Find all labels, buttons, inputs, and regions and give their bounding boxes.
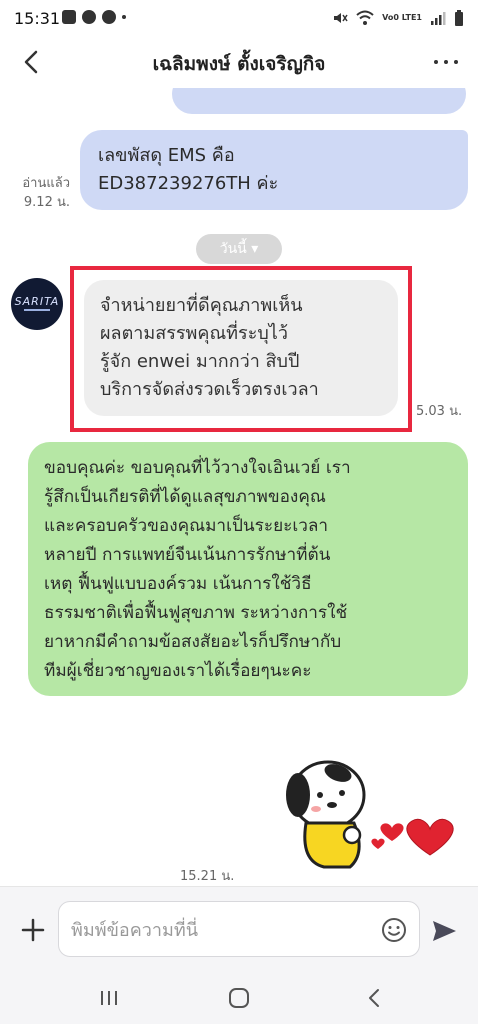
outgoing-message-bubble-green[interactable]: ขอบคุณค่ะ ขอบคุณที่ไว้วางใจเอินเวย์ เรา … bbox=[28, 442, 468, 696]
message-input-bar bbox=[0, 886, 478, 972]
signal-icon bbox=[431, 12, 446, 25]
mute-icon bbox=[334, 13, 348, 23]
read-status: อ่านแล้ว bbox=[22, 176, 70, 191]
plus-icon[interactable] bbox=[18, 915, 48, 945]
wifi-icon bbox=[356, 10, 374, 25]
back-icon[interactable] bbox=[362, 985, 388, 1011]
message-time: 5.03 น. bbox=[416, 404, 463, 419]
sticker-puppy-hearts[interactable] bbox=[280, 743, 460, 873]
date-separator[interactable]: วันนี้ ▾ bbox=[196, 234, 282, 264]
avatar-logo-bar bbox=[24, 309, 50, 311]
system-icons: Vo0 LTE1 bbox=[332, 10, 464, 26]
avatar-logo-text: SARITA bbox=[14, 295, 60, 308]
outgoing-message-bubble[interactable]: เลขพัสดุ EMS คือ ED387239276TH ค่ะ bbox=[80, 130, 468, 210]
line-notification-icon bbox=[102, 10, 116, 24]
recent-apps-icon[interactable] bbox=[96, 985, 122, 1011]
chat-area[interactable]: อ่านแล้ว 9.12 น. เลขพัสดุ EMS คือ ED3872… bbox=[0, 88, 478, 886]
send-icon[interactable] bbox=[430, 917, 458, 945]
notification-icons bbox=[62, 10, 126, 24]
home-icon[interactable] bbox=[226, 985, 252, 1011]
status-time: 15:31 bbox=[14, 9, 61, 28]
android-nav-bar bbox=[0, 972, 478, 1024]
dot-icon bbox=[122, 15, 126, 19]
message-time: 15.21 น. bbox=[180, 869, 235, 884]
chat-header: เฉลิมพงษ์ ตั้งเจริญกิจ bbox=[0, 36, 478, 88]
chat-title: เฉลิมพงษ์ ตั้งเจริญกิจ bbox=[152, 53, 326, 75]
gallery-icon bbox=[62, 10, 76, 24]
network-label: Vo0 LTE1 bbox=[382, 13, 422, 22]
more-icon[interactable] bbox=[432, 48, 460, 76]
line-notification-icon bbox=[82, 10, 96, 24]
message-field[interactable] bbox=[58, 901, 420, 957]
battery-icon bbox=[455, 10, 463, 26]
avatar[interactable]: SARITA bbox=[11, 278, 63, 330]
incoming-message-bubble[interactable]: จำหน่ายยาที่ดีคุณภาพเห็น ผลตามสรรพคุณที่… bbox=[84, 280, 398, 416]
back-arrow-icon[interactable] bbox=[16, 46, 48, 78]
message-time: 9.12 น. bbox=[23, 195, 70, 210]
message-input[interactable] bbox=[71, 916, 361, 944]
read-receipt: อ่านแล้ว 9.12 น. bbox=[10, 174, 70, 212]
previous-message-bubble[interactable] bbox=[172, 88, 466, 114]
emoji-icon[interactable] bbox=[381, 917, 407, 943]
status-bar: 15:31 Vo0 LTE1 bbox=[0, 0, 478, 36]
